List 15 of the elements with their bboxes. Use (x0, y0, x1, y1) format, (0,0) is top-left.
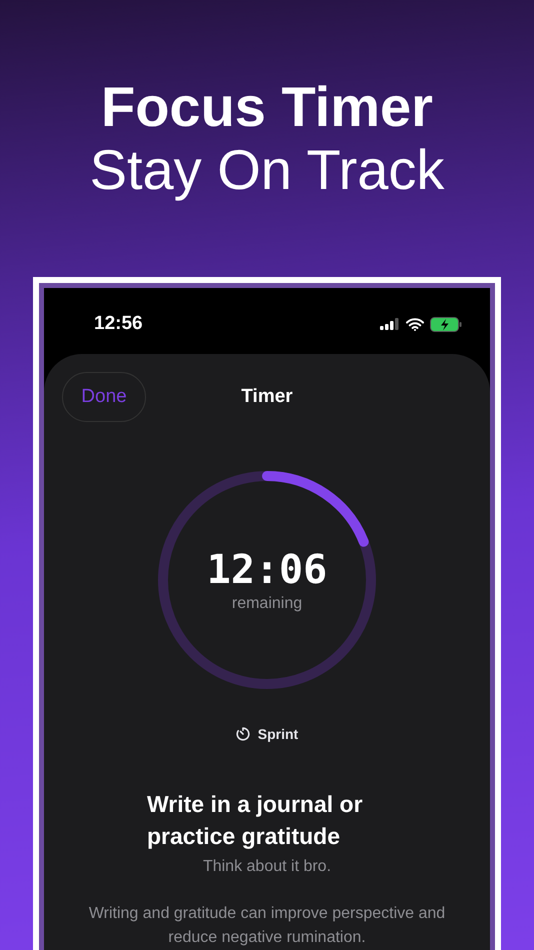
headline-title: Focus Timer (101, 76, 433, 138)
task-description: Writing and gratitude can improve perspective and reduce negative rumination. (88, 904, 446, 948)
mode-label: Sprint (258, 726, 298, 742)
headline-subtitle: Stay On Track (90, 138, 444, 202)
status-time: 12:56 (94, 313, 143, 335)
timer-icon (236, 727, 250, 741)
task-subtitle: Think about it bro. (202, 858, 332, 876)
task-title: Write in a journal or practice gratitude (147, 790, 364, 851)
done-button[interactable]: Done (62, 372, 146, 422)
signal-icon (380, 318, 400, 330)
nav-title: Timer (241, 386, 293, 408)
timer-caption: remaining (232, 595, 302, 613)
battery-icon (430, 316, 462, 332)
timer-time: 12:06 (206, 547, 328, 593)
wifi-icon (406, 318, 424, 330)
